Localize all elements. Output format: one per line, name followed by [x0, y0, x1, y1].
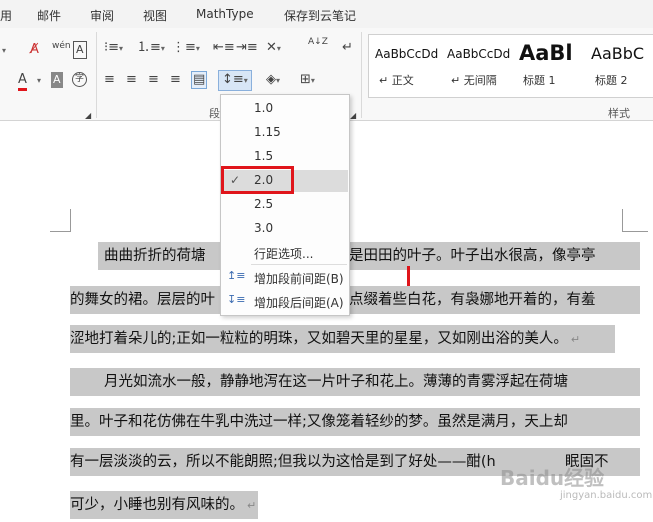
add-space-before-icon: ↥≡ [227, 269, 246, 282]
enclosed-char-icon[interactable]: 字 [72, 72, 87, 87]
style-preview: AaBbC [591, 44, 645, 63]
annotation-red-box [221, 166, 294, 194]
line-spacing-option-2-5[interactable]: 2.5 [254, 197, 273, 211]
doc-line[interactable]: 的舞女的裙。层层的叶 [70, 286, 215, 314]
align-center-icon[interactable]: ≡ [126, 72, 137, 88]
show-hide-marks-icon[interactable]: ↵ [342, 40, 353, 56]
bullets-icon[interactable]: ⁝≡▾ [104, 40, 123, 57]
style-no-spacing[interactable]: AaBbCcDd ↵ 无间隔 [441, 35, 513, 97]
line-spacing-option-3-0[interactable]: 3.0 [254, 221, 273, 235]
multilevel-list-icon[interactable]: ⋮≡▾ [172, 40, 200, 57]
distributed-icon[interactable]: ▤ [191, 71, 208, 89]
doc-line[interactable]: 点缀着些白花，有袅娜地开着的，有羞 [349, 286, 596, 314]
doc-line[interactable]: 涩地打着朵儿的;正如一粒粒的明珠，又如碧天里的星星，又如刚出浴的美人。 ↵ [70, 325, 580, 354]
doc-line[interactable]: 曲曲折折的荷塘 [104, 242, 206, 270]
align-left-icon[interactable]: ≡ [104, 72, 115, 88]
style-normal[interactable]: AaBbCcDd ↵ 正文 [369, 35, 441, 97]
paragraph-mark: ↵ [247, 499, 257, 512]
style-preview: AaBbCcDd [375, 47, 439, 61]
doc-line[interactable]: 月光如流水一般，静静地泻在这一片叶子和花上。薄薄的青雾浮起在荷塘 [104, 368, 568, 396]
justify-icon[interactable]: ≡ [170, 72, 181, 88]
doc-line[interactable]: 是田田的叶子。叶子出水很高，像亭亭 [349, 242, 596, 270]
add-space-after-icon: ↧≡ [227, 293, 246, 306]
style-heading-1[interactable]: AaBl 标题 1 [513, 35, 585, 97]
style-name: ↵ 无间隔 [451, 74, 497, 87]
clear-formatting-icon[interactable]: A̸ [30, 42, 39, 58]
line-spacing-option-1-0[interactable]: 1.0 [254, 101, 273, 115]
paragraph-group-label: 段 [209, 107, 220, 120]
style-name: 标题 1 [523, 74, 556, 87]
doc-line[interactable]: 里。叶子和花仿佛在牛乳中洗过一样;又像笼着轻纱的梦。虽然是满月，天上却 [70, 408, 568, 436]
line-spacing-options-item[interactable]: 行距选项... [254, 245, 313, 262]
font-size-dropdown-icon[interactable]: ▾ [2, 42, 6, 59]
tab-view[interactable]: 视图 [143, 7, 167, 24]
shading-icon[interactable]: ◈▾ [266, 72, 280, 89]
crop-mark [70, 209, 71, 231]
font-color-dropdown-icon[interactable]: ▾ [37, 72, 41, 89]
tab-review[interactable]: 审阅 [90, 7, 114, 24]
numbering-icon[interactable]: ⒈≡▾ [137, 40, 165, 57]
align-right-icon[interactable]: ≡ [148, 72, 159, 88]
add-space-after-item[interactable]: 增加段后间距(A) [254, 294, 344, 311]
style-preview: AaBbCcDd [447, 47, 511, 61]
chinese-layout-icon[interactable]: ✕▾ [266, 40, 281, 57]
sort-icon[interactable]: A↓Z [308, 38, 328, 47]
decrease-indent-icon[interactable]: ⇤≡ [213, 40, 235, 56]
increase-indent-icon[interactable]: ⇥≡ [236, 40, 258, 56]
tab-save-to-cloud-notes[interactable]: 保存到云笔记 [284, 7, 356, 24]
styles-group-label: 样式 [608, 107, 630, 120]
char-border-icon[interactable]: A [73, 41, 87, 59]
styles-gallery: AaBbCcDd ↵ 正文 AaBbCcDd ↵ 无间隔 AaBl 标题 1 A… [368, 34, 653, 98]
style-preview: AaBl [519, 41, 573, 65]
doc-line[interactable]: 可少，小睡也别有风味的。 ↵ [70, 491, 256, 520]
tab-mathtype[interactable]: MathType [196, 7, 254, 21]
style-name: 标题 2 [595, 74, 628, 87]
font-color-icon[interactable]: A [18, 72, 27, 91]
line-spacing-menu: 1.0 1.15 1.5 ✓ 2.0 2.5 3.0 行距选项... ↥≡ 增加段… [220, 94, 350, 316]
watermark: Baidu经验 [500, 466, 605, 490]
doc-line-text: 涩地打着朵儿的;正如一粒粒的明珠，又如碧天里的星星，又如刚出浴的美人。 [70, 331, 568, 347]
line-spacing-icon[interactable]: ↕≡▾ [218, 70, 252, 91]
add-space-before-item[interactable]: 增加段前间距(B) [254, 270, 344, 287]
tab-partial[interactable]: 用 [0, 7, 12, 24]
crop-mark [622, 231, 648, 232]
paragraph-mark: ↵ [570, 333, 581, 346]
pinyin-guide-icon[interactable]: wén [52, 38, 71, 54]
tab-mailings[interactable]: 邮件 [37, 7, 61, 24]
text-cursor [407, 266, 410, 286]
doc-line-text: 可少，小睡也别有风味的。 [70, 497, 244, 513]
doc-line[interactable]: 有一层淡淡的云，所以不能朗照;但我以为这恰是到了好处——酣(h [70, 448, 496, 476]
borders-icon[interactable]: ⊞▾ [300, 72, 315, 89]
menu-divider [251, 264, 347, 265]
crop-mark [50, 231, 71, 232]
ribbon-tab-bar: 用 邮件 审阅 视图 MathType 保存到云笔记 [0, 0, 653, 28]
line-spacing-option-1-15[interactable]: 1.15 [254, 125, 281, 139]
style-heading-2[interactable]: AaBbC 标题 2 [585, 35, 653, 97]
char-shading-icon[interactable]: A [51, 72, 63, 88]
line-spacing-option-1-5[interactable]: 1.5 [254, 149, 273, 163]
crop-mark [622, 209, 623, 231]
group-separator [96, 32, 97, 118]
style-name: ↵ 正文 [379, 74, 414, 87]
group-separator [361, 32, 362, 118]
watermark-url: jingyan.baidu.com [560, 490, 653, 501]
